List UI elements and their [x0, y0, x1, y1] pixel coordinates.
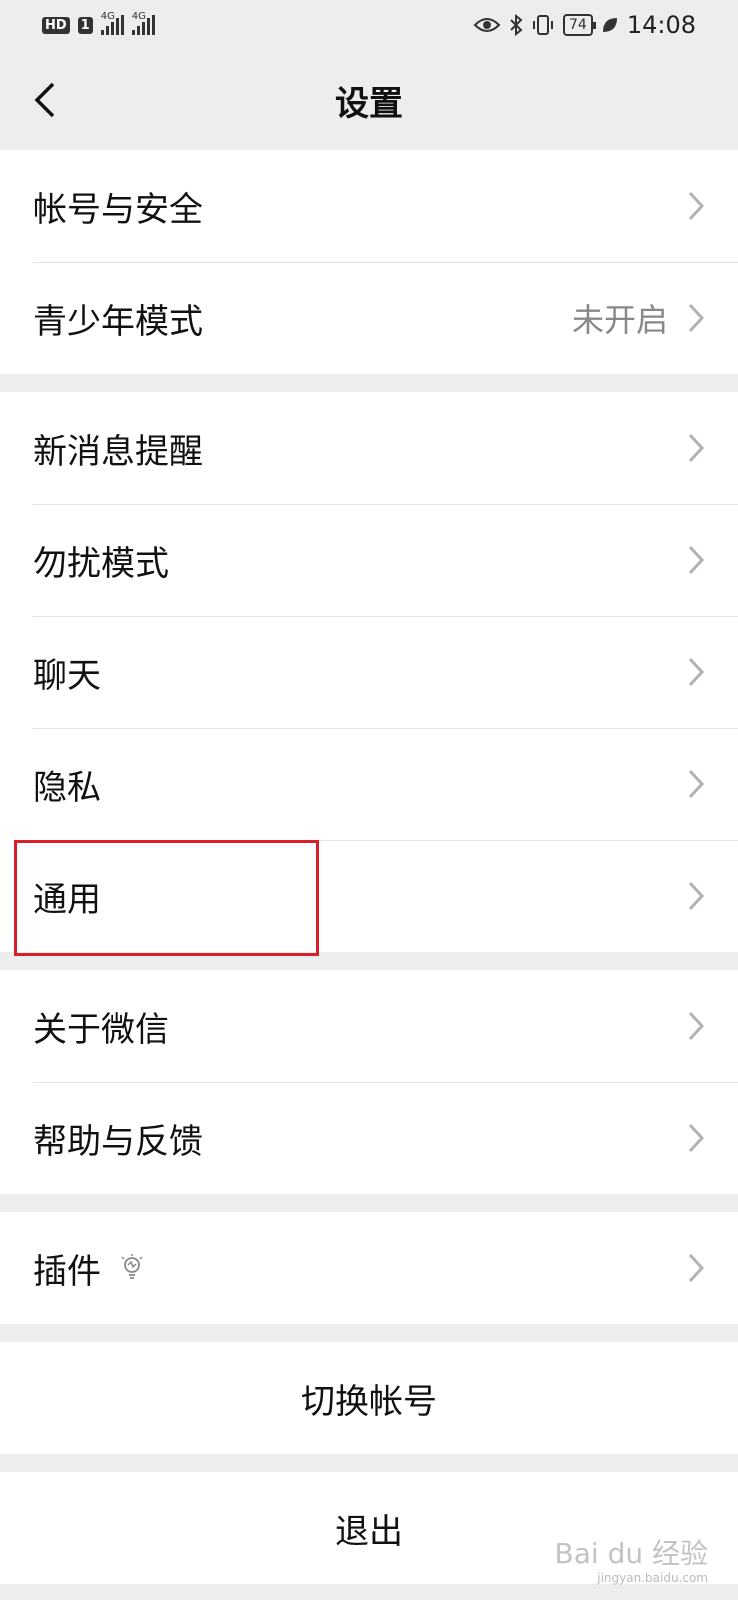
sim-slot-badge: 1	[77, 16, 93, 34]
network-type-label-2: 4G	[131, 11, 146, 22]
nav-bar: 设置	[0, 50, 738, 150]
chevron-right-icon	[688, 769, 705, 799]
highlight-annotation-box	[14, 840, 319, 956]
settings-group-plugins: 插件	[0, 1212, 738, 1324]
lightbulb-icon	[121, 1254, 143, 1279]
watermark-brand: Bai du 经验	[554, 1537, 708, 1570]
settings-item-account-security[interactable]: 帐号与安全	[0, 150, 738, 262]
settings-item-chat[interactable]: 聊天	[0, 616, 738, 728]
chevron-right-icon	[688, 303, 705, 333]
status-time: 14:08	[626, 11, 696, 39]
youth-mode-status: 未开启	[571, 301, 668, 339]
network-type-label: 4G	[100, 11, 115, 22]
signal-icon: 4G	[100, 11, 124, 35]
chevron-right-icon	[688, 433, 705, 463]
chevron-right-icon	[688, 657, 705, 687]
battery-icon: 74	[563, 14, 596, 36]
bluetooth-icon	[510, 14, 523, 36]
settings-item-help-feedback[interactable]: 帮助与反馈	[0, 1082, 738, 1194]
settings-item-label: 青少年模式	[33, 301, 203, 342]
leaf-icon	[602, 18, 617, 32]
back-arrow-icon	[34, 82, 55, 118]
eye-icon	[473, 18, 501, 32]
hd-badge: HD	[42, 16, 70, 34]
watermark: Bai du 经验 jingyan.baidu.com	[554, 1537, 708, 1585]
settings-item-privacy[interactable]: 隐私	[0, 728, 738, 840]
settings-item-plugins[interactable]: 插件	[0, 1212, 738, 1324]
chevron-right-icon	[688, 1123, 705, 1153]
chevron-right-icon	[688, 191, 705, 221]
chevron-right-icon	[688, 1253, 705, 1283]
settings-item-label: 聊天	[33, 655, 101, 696]
watermark-url: jingyan.baidu.com	[597, 1571, 708, 1585]
page-title: 设置	[335, 83, 403, 124]
status-bar: HD 1 4G 4G 74 14:08	[0, 0, 738, 50]
settings-item-youth-mode[interactable]: 青少年模式 未开启	[0, 262, 738, 374]
status-right: 74 14:08	[473, 11, 696, 39]
status-left: HD 1 4G 4G	[42, 11, 155, 35]
settings-item-notifications[interactable]: 新消息提醒	[0, 392, 738, 504]
chevron-right-icon	[688, 545, 705, 575]
settings-group-account: 帐号与安全 青少年模式 未开启	[0, 150, 738, 374]
settings-item-do-not-disturb[interactable]: 勿扰模式	[0, 504, 738, 616]
switch-account-button[interactable]: 切换帐号	[0, 1342, 738, 1454]
settings-item-label: 关于微信	[33, 1009, 169, 1050]
vibrate-icon	[533, 15, 553, 35]
settings-item-label: 勿扰模式	[33, 543, 169, 584]
settings-item-label: 帮助与反馈	[33, 1121, 203, 1162]
settings-group-about: 关于微信 帮助与反馈	[0, 970, 738, 1194]
settings-item-label: 帐号与安全	[33, 189, 203, 230]
signal-icon-2: 4G	[131, 11, 155, 35]
chevron-right-icon	[688, 881, 705, 911]
settings-item-label: 隐私	[33, 767, 101, 808]
switch-account-group: 切换帐号	[0, 1342, 738, 1454]
back-button[interactable]	[20, 75, 70, 125]
settings-item-label: 新消息提醒	[33, 431, 203, 472]
chevron-right-icon	[688, 1011, 705, 1041]
settings-item-label: 插件	[33, 1251, 101, 1292]
settings-item-about-wechat[interactable]: 关于微信	[0, 970, 738, 1082]
